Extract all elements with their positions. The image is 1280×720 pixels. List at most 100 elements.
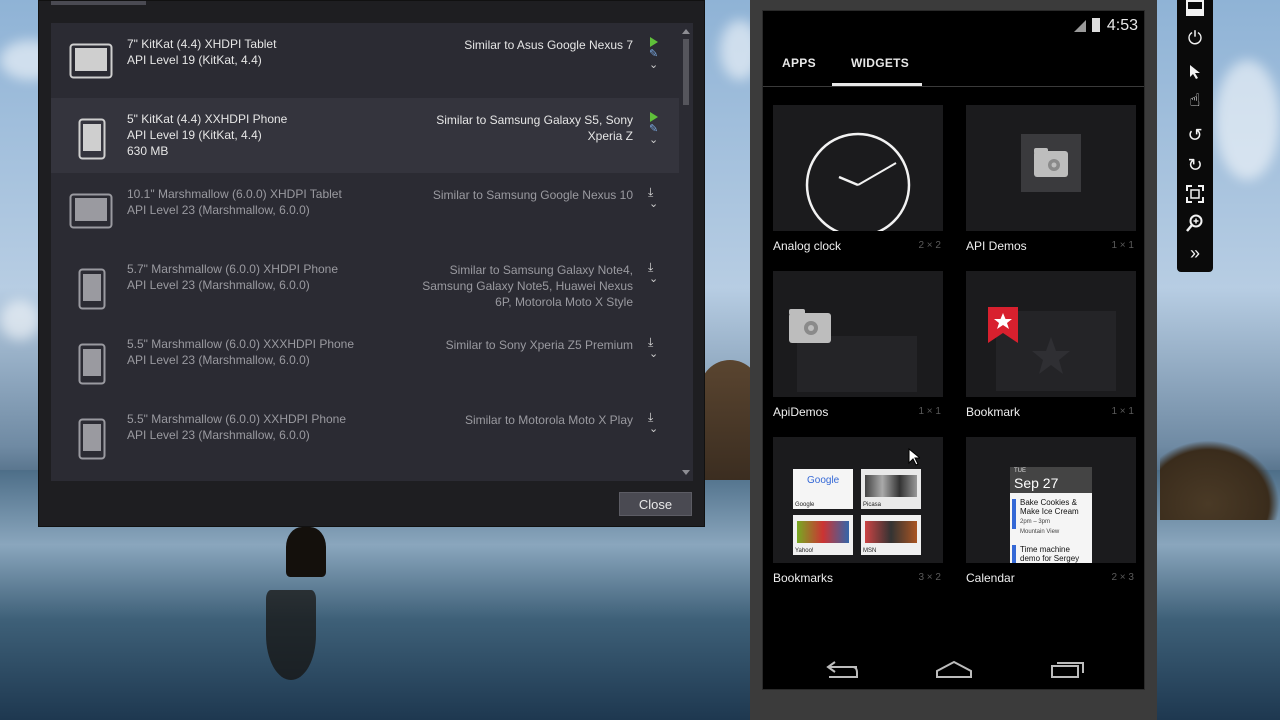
runner-reflection xyxy=(266,590,316,680)
device-name: 5.5" Marshmallow (6.0.0) XXXHDPI Phone xyxy=(127,337,355,351)
device-name: 5.5" Marshmallow (6.0.0) XXHDPI Phone xyxy=(127,412,347,426)
fit-screen-icon[interactable] xyxy=(1177,180,1213,208)
back-icon[interactable] xyxy=(823,661,859,679)
widget-label: Calendar xyxy=(966,571,1015,585)
scroll-up-arrow-icon[interactable] xyxy=(682,29,690,34)
signal-icon xyxy=(1074,20,1086,32)
tab-bar: APPS WIDGETS xyxy=(763,41,1144,87)
device-api-level: API Level 23 (Marshmallow, 6.0.0) xyxy=(127,353,310,367)
rotate-right-icon[interactable]: ↻ xyxy=(1177,151,1213,179)
folder-gear-icon xyxy=(789,309,917,392)
bookmark-thumb: Yahoo! xyxy=(793,515,853,555)
device-name: 10.1" Marshmallow (6.0.0) XHDPI Tablet xyxy=(127,187,342,201)
widget-label: API Demos xyxy=(966,239,1027,253)
bookmark-thumb: Google Google xyxy=(793,469,853,509)
device-similar-to: Similar to Asus Google Nexus 7 xyxy=(464,38,633,52)
widget-preview xyxy=(773,271,943,397)
device-size: 630 MB xyxy=(127,144,169,158)
battery-icon xyxy=(1092,18,1100,32)
device-manager-dialog: 7" KitKat (4.4) XHDPI Tablet API Level 1… xyxy=(38,0,705,527)
device-similar-to: Similar to Samsung Galaxy S5, Sony Xperi… xyxy=(436,113,633,143)
scroll-thumb[interactable] xyxy=(683,39,689,105)
device-api-level: API Level 23 (Marshmallow, 6.0.0) xyxy=(127,428,310,442)
touch-icon[interactable]: ☝ xyxy=(1177,86,1213,114)
device-similar-to: Similar to Samsung Galaxy Note4, Samsung… xyxy=(422,263,633,309)
close-button[interactable]: Close xyxy=(619,492,692,516)
device-api-level: API Level 19 (KitKat, 4.4) xyxy=(127,53,262,67)
phone-icon xyxy=(78,268,106,315)
play-icon[interactable] xyxy=(650,37,658,47)
widget-size: 3 × 2 xyxy=(918,572,941,583)
widget-label: Bookmarks xyxy=(773,571,834,585)
chevron-down-icon[interactable]: ⌄ xyxy=(649,349,661,360)
bookmark-thumb: Picasa xyxy=(861,469,921,509)
more-icon[interactable]: » xyxy=(1177,239,1213,267)
device-similar-to: Similar to Samsung Google Nexus 10 xyxy=(432,188,633,202)
chevron-down-icon[interactable]: ⌄ xyxy=(649,135,661,146)
phone-icon xyxy=(78,118,106,165)
device-api-level: API Level 23 (Marshmallow, 6.0.0) xyxy=(127,278,310,292)
widget-size: 1 × 1 xyxy=(1111,240,1134,251)
status-bar: 4:53 xyxy=(763,11,1144,41)
active-tab-indicator xyxy=(832,83,922,86)
widget-size: 1 × 1 xyxy=(918,406,941,417)
tablet-icon xyxy=(69,43,113,84)
device-name: 5" KitKat (4.4) XXHDPI Phone xyxy=(127,112,288,126)
chevron-down-icon[interactable]: ⌄ xyxy=(649,274,661,285)
calendar-preview: TUE Sep 27 Bake Cookies & Make Ice Cream… xyxy=(1010,467,1092,563)
widget-preview xyxy=(773,105,943,231)
chevron-down-icon[interactable]: ⌄ xyxy=(649,424,661,435)
widget-preview xyxy=(966,105,1136,231)
widget-size: 1 × 1 xyxy=(1111,406,1134,417)
download-icon[interactable]: ⤓ xyxy=(648,410,661,424)
device-name: 5.7" Marshmallow (6.0.0) XHDPI Phone xyxy=(127,262,339,276)
device-similar-to: Similar to Sony Xperia Z5 Premium xyxy=(445,338,633,352)
device-row[interactable]: 5" KitKat (4.4) XXHDPI Phone API Level 1… xyxy=(51,98,679,173)
device-row[interactable]: 5.5" Marshmallow (6.0.0) XXXHDPI Phone A… xyxy=(51,323,679,398)
phone-icon xyxy=(78,343,106,390)
widget-preview xyxy=(966,271,1136,397)
device-row[interactable]: 10.1" Marshmallow (6.0.0) XHDPI Tablet A… xyxy=(51,173,679,248)
power-icon[interactable]: ⏻ xyxy=(1177,24,1213,52)
device-row[interactable]: 7" KitKat (4.4) XHDPI Tablet API Level 1… xyxy=(51,23,679,98)
tab-widgets[interactable]: WIDGETS xyxy=(851,56,909,70)
device-api-level: API Level 23 (Marshmallow, 6.0.0) xyxy=(127,203,310,217)
zoom-icon[interactable] xyxy=(1177,209,1213,237)
download-icon[interactable]: ⤓ xyxy=(648,185,661,199)
list-scrollbar[interactable] xyxy=(679,23,693,481)
download-icon[interactable]: ⤓ xyxy=(648,260,661,274)
widget-size: 2 × 3 xyxy=(1111,572,1134,583)
widget-analog-clock[interactable]: Analog clock 2 × 2 xyxy=(773,105,943,255)
download-icon[interactable]: ⤓ xyxy=(648,335,661,349)
widget-calendar[interactable]: TUE Sep 27 Bake Cookies & Make Ice Cream… xyxy=(966,437,1136,587)
widget-size: 2 × 2 xyxy=(918,240,941,251)
scroll-down-arrow-icon[interactable] xyxy=(682,470,690,475)
emulator-toolbar: ⏻ ☝ ↺ ↻ » xyxy=(1177,0,1213,272)
device-similar-to: Similar to Motorola Moto X Play xyxy=(464,413,633,427)
dialog-tab-strip xyxy=(51,1,146,5)
widget-label: Analog clock xyxy=(773,239,842,253)
emulator-screen[interactable]: 4:53 APPS WIDGETS Analog clock 2 × 2 API… xyxy=(762,10,1145,690)
device-name: 7" KitKat (4.4) XHDPI Tablet xyxy=(127,37,277,51)
widget-label: ApiDemos xyxy=(773,405,829,419)
widget-api-demos[interactable]: API Demos 1 × 1 xyxy=(966,105,1136,255)
chevron-down-icon[interactable]: ⌄ xyxy=(649,60,661,71)
mouse-cursor-icon xyxy=(908,448,920,466)
device-api-level: API Level 19 (KitKat, 4.4) xyxy=(127,128,262,142)
device-row[interactable]: 5.5" Marshmallow (6.0.0) XXHDPI Phone AP… xyxy=(51,398,679,473)
recents-icon[interactable] xyxy=(1050,659,1086,679)
tablet-icon xyxy=(69,193,113,234)
nav-bar xyxy=(763,651,1144,691)
widget-bookmark[interactable]: Bookmark 1 × 1 xyxy=(966,271,1136,421)
tab-apps[interactable]: APPS xyxy=(782,56,816,70)
pointer-icon[interactable] xyxy=(1177,58,1213,86)
analog-clock-icon xyxy=(805,132,911,231)
device-row[interactable]: 5.7" Marshmallow (6.0.0) XHDPI Phone API… xyxy=(51,248,679,323)
rotate-left-icon[interactable]: ↺ xyxy=(1177,121,1213,149)
chevron-down-icon[interactable]: ⌄ xyxy=(649,199,661,210)
play-icon[interactable] xyxy=(650,112,658,122)
home-icon[interactable] xyxy=(935,659,973,679)
minimize-icon[interactable] xyxy=(1177,0,1213,22)
phone-icon xyxy=(78,418,106,465)
widget-apidemos[interactable]: ApiDemos 1 × 1 xyxy=(773,271,943,421)
